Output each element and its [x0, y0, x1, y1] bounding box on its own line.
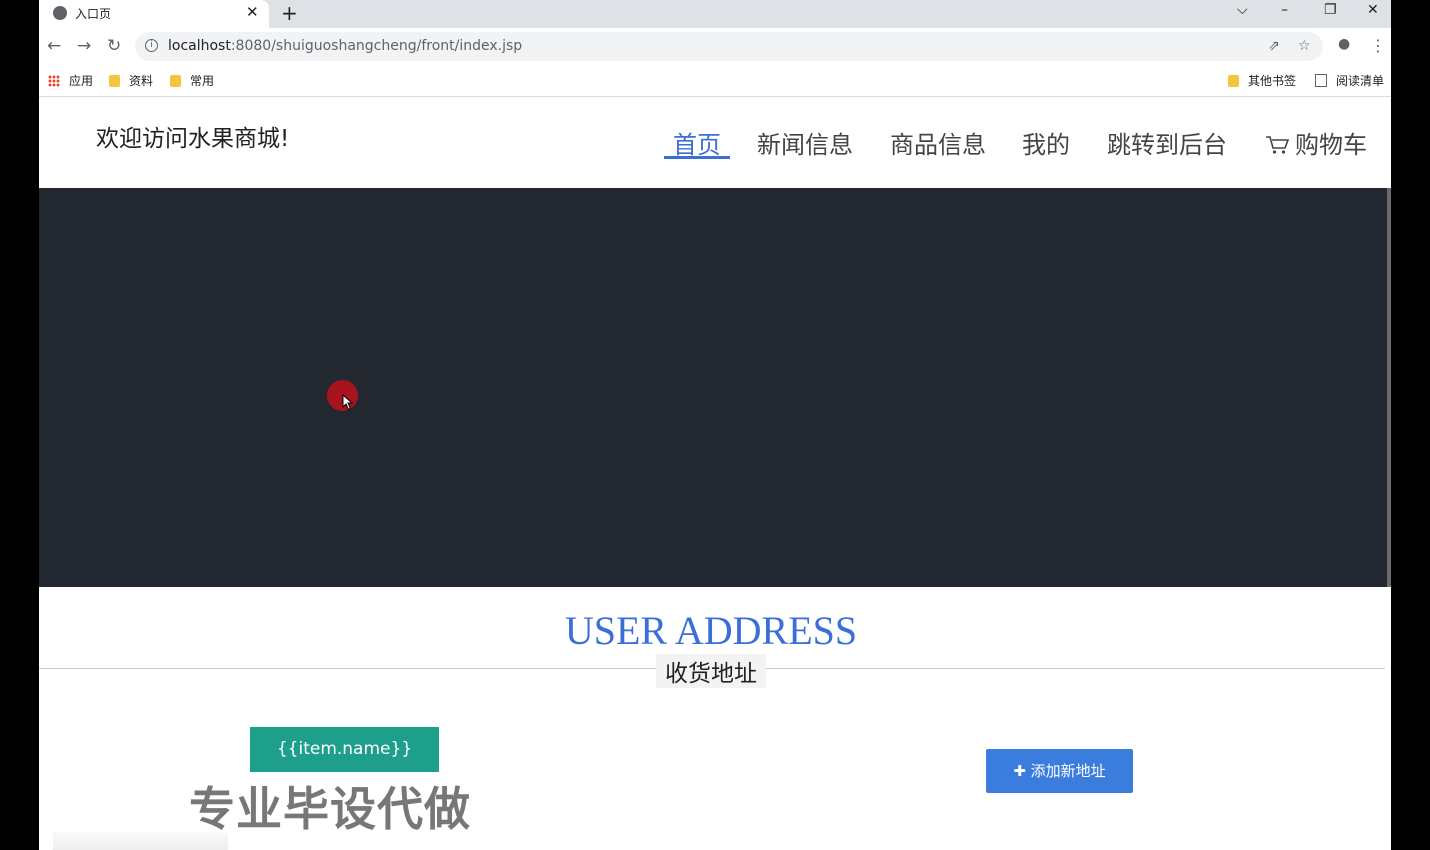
cart-label: 购物车	[1295, 131, 1367, 159]
reload-button[interactable]: ↻	[107, 36, 121, 56]
share-icon[interactable]: ⇗	[1268, 38, 1280, 54]
reading-list[interactable]: 阅读清单	[1315, 72, 1384, 89]
menu-icon[interactable]: ⋮	[1370, 36, 1386, 55]
nav-home[interactable]: 首页	[673, 125, 721, 160]
globe-icon	[53, 6, 67, 20]
restore-button[interactable]: ❐	[1324, 2, 1337, 18]
close-window-button[interactable]: ✕	[1367, 2, 1379, 18]
scrollbar-edge	[1387, 188, 1391, 587]
new-tab-button[interactable]: +	[281, 1, 298, 25]
profile-icon[interactable]: ●	[1338, 36, 1350, 52]
apps-grid-icon	[48, 74, 60, 87]
section-title: USER ADDRESS	[564, 608, 858, 653]
url-path: :8080/shuiguoshangcheng/front/index.jsp	[230, 38, 523, 54]
folder-icon	[1228, 74, 1239, 87]
page: 欢迎访问水果商城! 首页 新闻信息 商品信息 我的 跳转到后台 购物车 USER…	[39, 97, 1391, 850]
url-host: localhost	[168, 38, 231, 54]
bookmark-folder-ziliao[interactable]: 资料	[109, 72, 153, 89]
hero-banner	[39, 188, 1387, 587]
folder-icon	[170, 74, 181, 87]
minimize-button[interactable]: –	[1281, 2, 1288, 18]
bookmark-label: 资料	[129, 74, 154, 88]
bookmark-folder-changyong[interactable]: 常用	[170, 72, 214, 89]
browser-toolbar: ← → ↻ i localhost:8080/shuiguoshangcheng…	[39, 28, 1391, 64]
tab-close-icon[interactable]: ✕	[246, 3, 259, 21]
site-header: 欢迎访问水果商城! 首页 新闻信息 商品信息 我的 跳转到后台 购物车	[39, 97, 1391, 188]
mouse-pointer-icon	[342, 394, 354, 411]
forward-button[interactable]: →	[77, 36, 91, 56]
tab-search-icon[interactable]: ⌵	[1237, 2, 1248, 18]
nav-admin[interactable]: 跳转到后台	[1107, 125, 1227, 160]
site-info-icon[interactable]: i	[145, 39, 158, 52]
tab-strip: 入口页 ✕ + ⌵ – ❐ ✕	[39, 0, 1391, 28]
nav-mine[interactable]: 我的	[1022, 125, 1070, 160]
bookmark-apps[interactable]: 应用	[48, 72, 93, 89]
nav-news[interactable]: 新闻信息	[757, 125, 853, 160]
address-bar[interactable]: i localhost:8080/shuiguoshangcheng/front…	[135, 32, 1323, 61]
other-bookmarks-label: 其他书签	[1248, 74, 1297, 88]
url-text[interactable]: localhost:8080/shuiguoshangcheng/front/i…	[168, 38, 522, 54]
watermark-text: 专业毕设代做	[189, 782, 471, 836]
nav-cart[interactable]: 购物车	[1265, 125, 1367, 160]
reading-list-label: 阅读清单	[1336, 74, 1385, 88]
site-title: 欢迎访问水果商城!	[96, 126, 290, 152]
nav-active-underline	[664, 156, 730, 159]
back-button[interactable]: ←	[47, 36, 61, 56]
add-address-button[interactable]: ✚ 添加新地址	[986, 749, 1133, 793]
nav-products[interactable]: 商品信息	[890, 125, 986, 160]
other-bookmarks[interactable]: 其他书签	[1228, 72, 1296, 89]
reading-list-icon	[1315, 74, 1327, 87]
browser-tab[interactable]: 入口页 ✕	[39, 0, 269, 28]
cart-icon	[1266, 136, 1289, 154]
bottom-fade	[53, 832, 228, 850]
tab-title: 入口页	[75, 7, 112, 21]
bookmark-label: 常用	[190, 74, 215, 88]
browser-chrome: 入口页 ✕ + ⌵ – ❐ ✕ ← → ↻ i localhost:8080/s…	[39, 0, 1391, 97]
folder-icon	[109, 74, 120, 87]
bookmark-star-icon[interactable]: ☆	[1298, 38, 1311, 54]
bookmark-label: 应用	[69, 74, 94, 88]
address-name-tag[interactable]: {{item.name}}	[250, 727, 439, 772]
bookmarks-bar: 应用 资料 常用 其他书签 阅读清单	[39, 66, 1391, 97]
section-subtitle: 收货地址	[656, 654, 766, 688]
